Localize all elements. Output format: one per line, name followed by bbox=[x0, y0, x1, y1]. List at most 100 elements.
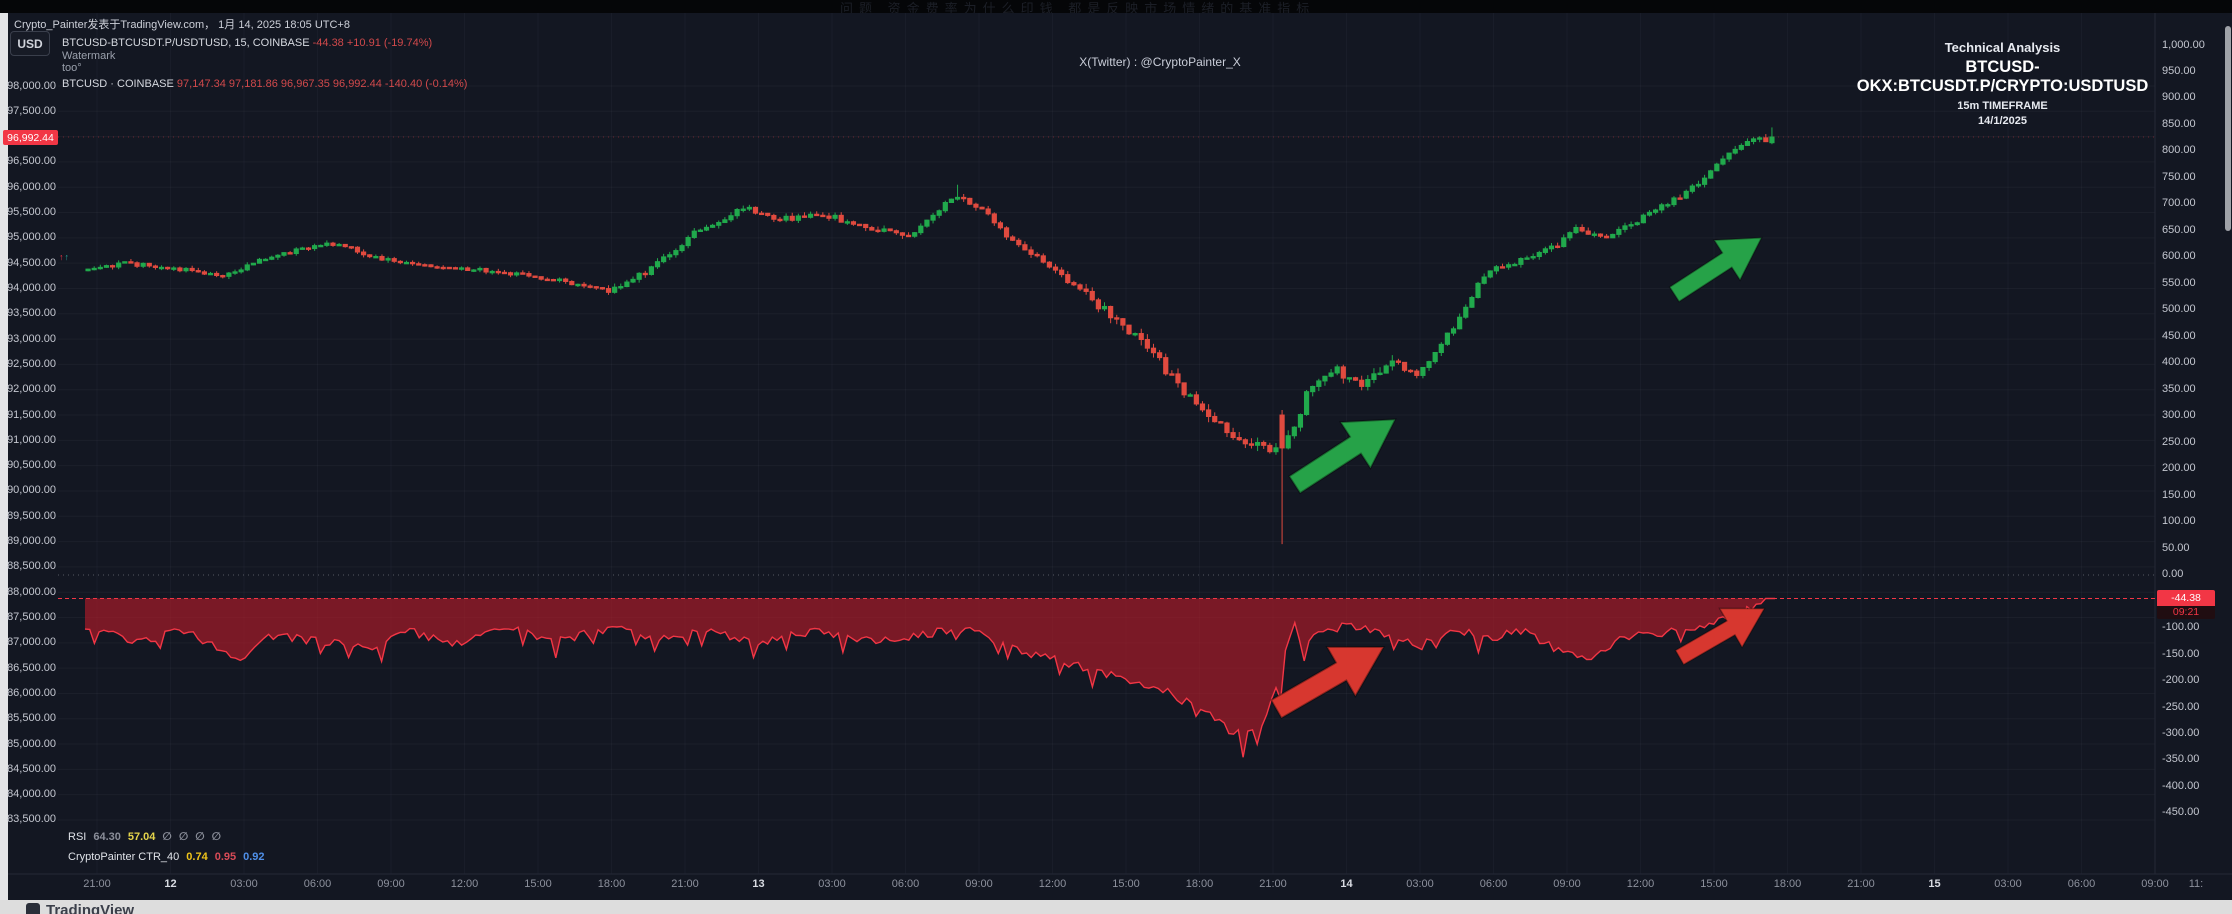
right-axis-label: 650.00 bbox=[2162, 224, 2196, 236]
time-axis-label: 21:00 bbox=[1259, 878, 1287, 890]
indicator-value: 0.92 bbox=[243, 851, 264, 863]
time-axis-label: 06:00 bbox=[1480, 878, 1508, 890]
right-axis-label: 150.00 bbox=[2162, 489, 2196, 501]
left-axis-label: 85,500.00 bbox=[4, 712, 56, 724]
right-axis-label: 100.00 bbox=[2162, 515, 2196, 527]
indicator-value: 0.95 bbox=[215, 851, 236, 863]
time-axis-label: 21:00 bbox=[83, 878, 111, 890]
right-axis-label: 900.00 bbox=[2162, 91, 2196, 103]
right-axis-label: 500.00 bbox=[2162, 303, 2196, 315]
annotation-symbol: BTCUSD-OKX:BTCUSDT.P/CRYPTO:USDTUSD bbox=[1845, 58, 2160, 96]
left-axis-label: 96,500.00 bbox=[4, 155, 56, 167]
left-axis-label: 93,500.00 bbox=[4, 307, 56, 319]
annotation-text-block: Technical Analysis BTCUSD-OKX:BTCUSDT.P/… bbox=[1845, 40, 2160, 130]
legend-btcusd-coinbase[interactable]: BTCUSD · COINBASE 97,147.34 97,181.86 96… bbox=[62, 78, 467, 90]
indicator-value: ∅ bbox=[162, 831, 171, 843]
left-axis-label: 90,500.00 bbox=[4, 459, 56, 471]
legend-too: too° bbox=[62, 62, 82, 74]
time-axis-label: 12 bbox=[164, 878, 176, 890]
left-axis-label: 97,500.00 bbox=[4, 105, 56, 117]
right-axis-label: -450.00 bbox=[2162, 806, 2199, 818]
left-axis-label: 84,500.00 bbox=[4, 763, 56, 775]
right-axis-label: 700.00 bbox=[2162, 197, 2196, 209]
tradingview-logo-text: TradingView bbox=[46, 902, 134, 914]
left-axis-label: 95,500.00 bbox=[4, 206, 56, 218]
right-axis-label: 850.00 bbox=[2162, 118, 2196, 130]
left-axis-label: 91,000.00 bbox=[4, 434, 56, 446]
left-axis-label: 89,500.00 bbox=[4, 510, 56, 522]
right-axis-label: -150.00 bbox=[2162, 648, 2199, 660]
time-axis-label-partial: 11: bbox=[2189, 878, 2203, 890]
legend-symbol-text: BTCUSD-BTCUSDT.P/USDTUSD, 15, COINBASE bbox=[62, 37, 310, 49]
right-axis-label: 750.00 bbox=[2162, 171, 2196, 183]
time-axis-label: 21:00 bbox=[1847, 878, 1875, 890]
right-axis-label: 950.00 bbox=[2162, 65, 2196, 77]
legend-spread-values: -44.38 +10.91 (-19.74%) bbox=[313, 37, 433, 49]
right-axis-label: -200.00 bbox=[2162, 674, 2199, 686]
left-axis-label: 83,500.00 bbox=[4, 813, 56, 825]
faint-background-text: 问题 资金费率为什么印钱 都是反映市场情绪的基准指标 bbox=[840, 0, 1315, 13]
candles-up bbox=[86, 127, 1774, 454]
time-axis-label: 18:00 bbox=[598, 878, 626, 890]
time-axis-label: 09:00 bbox=[965, 878, 993, 890]
left-axis-label: 95,000.00 bbox=[4, 231, 56, 243]
tweet-background-strip: 问题 资金费率为什么印钱 都是反映市场情绪的基准指标 bbox=[0, 0, 2232, 13]
right-axis-label: 350.00 bbox=[2162, 383, 2196, 395]
time-axis-label: 21:00 bbox=[671, 878, 699, 890]
right-axis-label: 800.00 bbox=[2162, 144, 2196, 156]
right-axis-label: -350.00 bbox=[2162, 753, 2199, 765]
right-axis-label: 50.00 bbox=[2162, 542, 2190, 554]
right-axis-label: 1,000.00 bbox=[2162, 39, 2205, 51]
rsi-indicator-row[interactable]: RSI64.3057.04∅∅∅∅ bbox=[68, 830, 228, 843]
time-axis-label: 09:00 bbox=[377, 878, 405, 890]
left-axis-label: 91,500.00 bbox=[4, 409, 56, 421]
green-arrow-annotation bbox=[1661, 218, 1774, 315]
tradingview-logo-icon bbox=[26, 903, 40, 914]
legend-watermark: Watermark bbox=[62, 50, 115, 62]
right-axis-label: 0.00 bbox=[2162, 568, 2183, 580]
indicator-value: ∅ bbox=[195, 831, 204, 843]
left-axis-label: 94,000.00 bbox=[4, 282, 56, 294]
right-axis-label: 300.00 bbox=[2162, 409, 2196, 421]
right-axis-label: 200.00 bbox=[2162, 462, 2196, 474]
indicator-value: 64.30 bbox=[93, 831, 121, 843]
left-axis-label: 98,000.00 bbox=[4, 80, 56, 92]
time-axis-label: 12:00 bbox=[451, 878, 479, 890]
left-axis-label: 90,000.00 bbox=[4, 484, 56, 496]
time-axis-label: 03:00 bbox=[818, 878, 846, 890]
left-axis-label: 94,500.00 bbox=[4, 257, 56, 269]
indicator-value: ∅ bbox=[212, 831, 221, 843]
left-axis-label: 93,000.00 bbox=[4, 333, 56, 345]
time-axis-label: 06:00 bbox=[2068, 878, 2096, 890]
time-axis-label: 03:00 bbox=[1994, 878, 2022, 890]
time-axis-label: 09:00 bbox=[1553, 878, 1581, 890]
indicator-name: CryptoPainter CTR_40 bbox=[68, 851, 179, 863]
right-axis-label: -300.00 bbox=[2162, 727, 2199, 739]
left-axis-label: 96,000.00 bbox=[4, 181, 56, 193]
spread-value: -44.38 bbox=[2157, 590, 2215, 606]
grid-lines bbox=[0, 13, 2232, 874]
chart-plot-area[interactable] bbox=[0, 0, 2232, 914]
currency-toggle-button[interactable]: USD bbox=[10, 31, 50, 56]
tradingview-screenshot: 问题 资金费率为什么印钱 都是反映市场情绪的基准指标 Crypto_Painte… bbox=[0, 0, 2232, 914]
right-axis-label: -400.00 bbox=[2162, 780, 2199, 792]
twitter-watermark: X(Twitter) : @CryptoPainter_X bbox=[1010, 55, 1310, 69]
right-axis-label: 550.00 bbox=[2162, 277, 2196, 289]
annotation-timeframe: 15m TIMEFRAME bbox=[1845, 100, 2160, 112]
left-axis-label: 88,000.00 bbox=[4, 586, 56, 598]
time-axis-label: 03:00 bbox=[230, 878, 258, 890]
right-axis-label: 250.00 bbox=[2162, 436, 2196, 448]
spread-value-badge: -44.38 09:21 bbox=[2157, 590, 2215, 619]
time-axis-label: 15:00 bbox=[524, 878, 552, 890]
annotation-title: Technical Analysis bbox=[1845, 40, 2160, 55]
time-axis-label: 12:00 bbox=[1039, 878, 1067, 890]
time-axis-label: 14 bbox=[1340, 878, 1352, 890]
ctr-indicator-row[interactable]: CryptoPainter CTR_400.740.950.92 bbox=[68, 851, 272, 863]
legend-spread-symbol[interactable]: BTCUSD-BTCUSDT.P/USDTUSD, 15, COINBASE -… bbox=[62, 37, 432, 49]
time-axis-label: 15:00 bbox=[1112, 878, 1140, 890]
scrollbar-thumb[interactable] bbox=[2225, 26, 2231, 231]
legend-overlay-symbol: BTCUSD · COINBASE bbox=[62, 78, 174, 90]
indicator-value: 57.04 bbox=[128, 831, 156, 843]
left-axis-label: 85,000.00 bbox=[4, 738, 56, 750]
last-price-badge: 96,992.44 bbox=[3, 130, 58, 145]
